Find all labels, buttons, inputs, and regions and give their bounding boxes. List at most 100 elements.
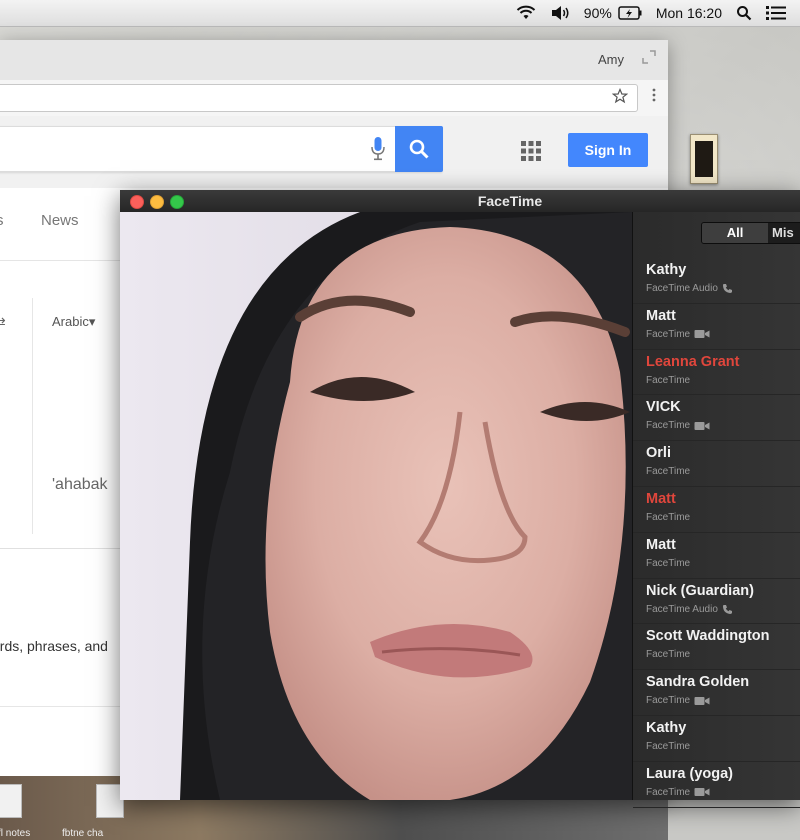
search-button[interactable] [395,126,443,172]
call-type-label: FaceTime [646,511,691,523]
video-camera-icon [694,421,710,431]
call-type-label: FaceTime [646,557,691,569]
call-type: FaceTime Audio [646,283,733,294]
call-type-label: FaceTime [646,328,691,340]
call-type: FaceTime [646,466,690,477]
call-type-label: FaceTime [646,649,691,661]
call-type: FaceTime [646,695,710,706]
contact-name: VICK [646,399,681,416]
call-type: FaceTime [646,649,690,660]
contact-name: Matt [646,536,676,553]
recent-call-row[interactable]: Laura (yoga) FaceTime [633,762,800,808]
contact-name: Kathy [646,262,687,278]
translate-description: ords, phrases, and [0,638,108,654]
recent-call-row[interactable]: VICK FaceTime [633,395,800,442]
minimize-button[interactable] [150,195,164,209]
zoom-button[interactable] [170,195,184,209]
tab-partial[interactable]: s [0,212,4,229]
facetime-window: FaceTime All Mis Kathy FaceTime Audio Ma… [120,190,800,808]
call-type-label: FaceTime [646,786,691,798]
window-title: FaceTime [477,193,543,209]
filter-all-button[interactable]: All [702,223,768,243]
browser-toolbar [0,80,668,117]
sign-in-button[interactable]: Sign In [568,133,648,167]
phone-icon [722,283,733,294]
wifi-icon[interactable] [516,5,536,21]
recent-call-row[interactable]: Leanna Grant FaceTime [633,350,800,396]
call-type: FaceTime Audio [646,604,733,615]
tab-news[interactable]: News [41,212,79,229]
call-type-label: FaceTime [646,420,691,432]
battery-icon[interactable] [618,6,642,20]
contact-name: Laura (yoga) [646,765,734,782]
video-feed [120,212,632,800]
call-type: FaceTime [646,741,690,752]
contact-name: Nick (Guardian) [646,582,754,599]
file-label: fl notes [0,828,31,839]
call-type-label: FaceTime Audio [646,603,718,615]
close-button[interactable] [130,195,144,209]
recent-call-row[interactable]: Matt FaceTime [633,487,800,533]
apps-grid-icon[interactable] [520,140,542,167]
call-type: FaceTime [646,787,710,798]
contact-name: Sandra Golden [646,674,750,691]
video-camera-icon [694,329,710,339]
recent-call-row[interactable]: Kathy FaceTime [633,716,800,762]
recent-calls-list: Kathy FaceTime Audio Matt FaceTime Leanna Gr… [633,258,800,808]
google-header: Sign In [0,116,668,188]
contact-name: Kathy [646,719,687,736]
contact-name: Scott Waddington [646,628,770,645]
call-type-label: FaceTime [646,695,691,707]
recent-call-row[interactable]: Matt FaceTime [633,533,800,579]
call-type: FaceTime [646,329,710,340]
call-type: FaceTime [646,512,690,523]
call-type-label: FaceTime [646,374,691,386]
contact-name: Matt [646,307,676,324]
file-icon[interactable] [0,784,22,818]
call-type: FaceTime [646,420,710,431]
browser-profile-name[interactable]: Amy [598,52,624,67]
file-label: fbtne cha [62,828,104,839]
translation-result: 'ahabak [52,476,108,493]
contact-name: Orli [646,445,671,462]
search-input[interactable] [0,126,443,172]
browser-titlebar: Amy [0,40,668,81]
call-type: FaceTime [646,375,690,386]
facetime-titlebar: FaceTime [120,190,800,213]
recent-call-row[interactable]: Scott Waddington FaceTime [633,624,800,671]
video-camera-icon [694,696,710,706]
caller-video-illustration [120,212,632,800]
browser-menu-icon[interactable] [652,88,656,107]
desktop-image-thumbnail[interactable] [690,134,718,184]
search-icon [409,139,429,159]
phone-icon [722,604,733,615]
target-language-select[interactable]: Arabic▾ [52,314,95,330]
contact-name: Matt [646,490,676,507]
recent-call-row[interactable]: Kathy FaceTime Audio [633,258,800,304]
microphone-icon[interactable] [371,137,385,166]
contact-name: Leanna Grant [646,353,740,370]
clock[interactable]: Mon 16:20 [656,5,722,21]
call-type-label: FaceTime [646,740,691,752]
recents-sidebar: All Mis Kathy FaceTime Audio Matt FaceTime L… [632,212,800,808]
recent-call-row[interactable]: Sandra Golden FaceTime [633,670,800,716]
volume-icon[interactable] [550,5,570,21]
translate-divider [32,298,33,534]
notification-list-icon[interactable] [766,5,786,21]
fullscreen-icon[interactable] [642,50,656,69]
recent-call-row[interactable]: Matt FaceTime [633,304,800,350]
swap-languages-icon[interactable]: ⇄ [0,314,6,331]
filter-missed-button[interactable]: Mis [772,223,800,243]
call-type: FaceTime [646,558,690,569]
call-type-label: FaceTime Audio [646,283,718,294]
recent-call-row[interactable]: Nick (Guardian) FaceTime Audio [633,579,800,625]
search-icon[interactable] [736,5,752,21]
recent-call-row[interactable]: Orli FaceTime [633,441,800,487]
filter-segmented-control: All Mis [701,222,800,244]
battery-percent[interactable]: 90% [584,5,612,21]
bookmark-star-icon[interactable] [611,87,629,109]
call-type-label: FaceTime [646,466,691,478]
address-bar[interactable] [0,84,638,112]
menu-bar: 90% Mon 16:20 [0,0,800,27]
video-camera-icon [694,787,710,797]
